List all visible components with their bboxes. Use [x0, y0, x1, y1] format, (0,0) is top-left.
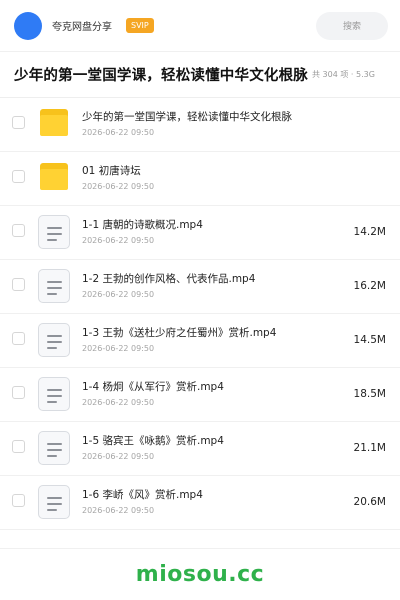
item-name: 少年的第一堂国学课，轻松读懂中华文化根脉 [82, 111, 292, 123]
list-item[interactable]: 1-3 王勃《送杜少府之任蜀州》赏析.mp4 2026-06-22 09:50 14… [0, 314, 400, 368]
title-bar: 少年的第一堂国学课，轻松读懂中华文化根脉 共 304 项 · 5.3G [0, 52, 400, 98]
item-info: 1-2 王勃的创作风格、代表作品.mp4 2026-06-22 09:50 [82, 272, 340, 300]
video-file-icon [38, 431, 70, 465]
folder-icon [38, 161, 70, 195]
item-size: 16.2M [353, 280, 386, 292]
select-checkbox[interactable] [12, 440, 25, 453]
video-file-icon [38, 485, 70, 519]
video-file-icon [38, 377, 70, 411]
watermark-text: miosou.cc [135, 562, 265, 587]
item-name: 01 初唐诗坛 [82, 165, 141, 177]
footer: miosou.cc [0, 548, 400, 600]
item-name: 1-4 杨炯《从军行》赏析.mp4 [82, 381, 224, 393]
item-info: 01 初唐诗坛 2026-06-22 09:50 [82, 164, 340, 192]
item-name: 1-6 李峤《风》赏析.mp4 [82, 489, 203, 501]
item-info: 少年的第一堂国学课，轻松读懂中华文化根脉 2026-06-22 09:50 [82, 110, 340, 138]
item-date: 2026-06-22 09:50 [82, 182, 155, 191]
svip-badge: SVIP [126, 18, 154, 33]
item-size: 14.5M [353, 334, 386, 346]
item-date: 2026-06-22 09:50 [82, 506, 155, 515]
item-info: 1-5 骆宾王《咏鹅》赏析.mp4 2026-06-22 09:50 [82, 434, 340, 462]
item-count-meta: 共 304 项 · 5.3G [312, 70, 375, 79]
avatar[interactable] [14, 11, 42, 40]
file-list: 少年的第一堂国学课，轻松读懂中华文化根脉 2026-06-22 09:50 01 初… [0, 98, 400, 530]
item-info: 1-1 唐朝的诗歌概况.mp4 2026-06-22 09:50 [82, 218, 340, 246]
item-date: 2026-06-22 09:50 [82, 344, 155, 353]
item-date: 2026-06-22 09:50 [82, 290, 155, 299]
video-file-icon [38, 269, 70, 303]
list-item[interactable]: 1-5 骆宾王《咏鹅》赏析.mp4 2026-06-22 09:50 21.1M [0, 422, 400, 476]
item-size: 14.2M [353, 226, 386, 238]
item-size: 20.6M [353, 496, 386, 508]
item-size: 21.1M [353, 442, 386, 454]
search-input[interactable]: 搜索 [316, 11, 388, 40]
list-item[interactable]: 01 初唐诗坛 2026-06-22 09:50 [0, 152, 400, 206]
select-checkbox[interactable] [12, 386, 25, 399]
item-date: 2026-06-22 09:50 [82, 128, 155, 137]
select-checkbox[interactable] [12, 116, 25, 129]
select-checkbox[interactable] [12, 332, 25, 345]
top-bar: 夸克网盘分享 SVIP 搜索 [0, 0, 400, 52]
list-item[interactable]: 1-6 李峤《风》赏析.mp4 2026-06-22 09:50 20.6M [0, 476, 400, 530]
item-name: 1-3 王勃《送杜少府之任蜀州》赏析.mp4 [82, 327, 277, 339]
page-title: 少年的第一堂国学课，轻松读懂中华文化根脉 [14, 68, 308, 84]
video-file-icon [38, 215, 70, 249]
select-checkbox[interactable] [12, 224, 25, 237]
list-item[interactable]: 1-4 杨炯《从军行》赏析.mp4 2026-06-22 09:50 18.5M [0, 368, 400, 422]
select-checkbox[interactable] [12, 170, 25, 183]
item-name: 1-1 唐朝的诗歌概况.mp4 [82, 219, 203, 231]
item-info: 1-3 王勃《送杜少府之任蜀州》赏析.mp4 2026-06-22 09:50 [82, 326, 340, 354]
list-item[interactable]: 1-2 王勃的创作风格、代表作品.mp4 2026-06-22 09:50 16.2… [0, 260, 400, 314]
item-info: 1-4 杨炯《从军行》赏析.mp4 2026-06-22 09:50 [82, 380, 340, 408]
list-item[interactable]: 1-1 唐朝的诗歌概况.mp4 2026-06-22 09:50 14.2M [0, 206, 400, 260]
list-item[interactable]: 少年的第一堂国学课，轻松读懂中华文化根脉 2026-06-22 09:50 [0, 98, 400, 152]
video-file-icon [38, 323, 70, 357]
select-checkbox[interactable] [12, 278, 25, 291]
item-date: 2026-06-22 09:50 [82, 398, 155, 407]
folder-icon [38, 107, 70, 141]
item-date: 2026-06-22 09:50 [82, 236, 155, 245]
share-owner-name: 夸克网盘分享 [52, 22, 112, 33]
item-info: 1-6 李峤《风》赏析.mp4 2026-06-22 09:50 [82, 488, 340, 516]
item-name: 1-2 王勃的创作风格、代表作品.mp4 [82, 273, 256, 285]
item-date: 2026-06-22 09:50 [82, 452, 155, 461]
item-name: 1-5 骆宾王《咏鹅》赏析.mp4 [82, 435, 224, 447]
select-checkbox[interactable] [12, 494, 25, 507]
item-size: 18.5M [353, 388, 386, 400]
